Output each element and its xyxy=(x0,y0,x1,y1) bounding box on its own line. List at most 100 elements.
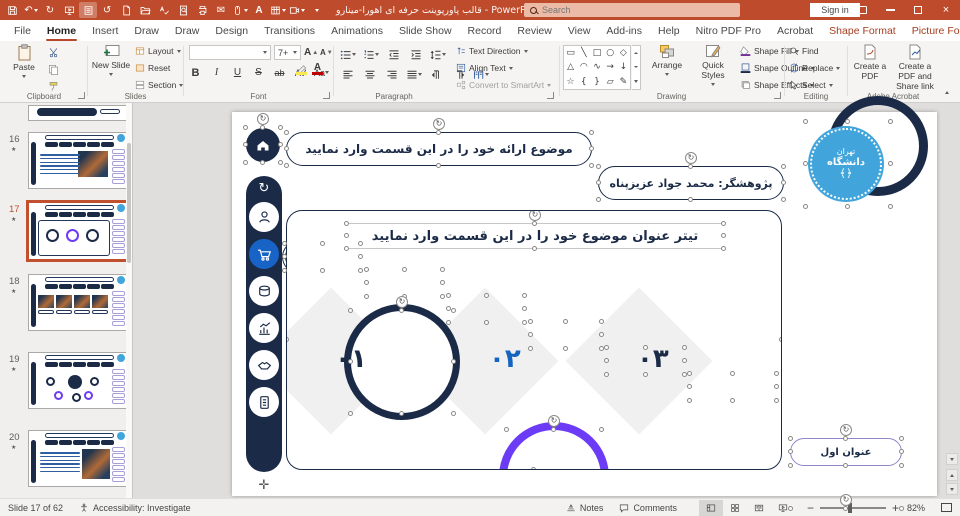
shopping-cart-icon[interactable] xyxy=(249,239,279,269)
pointer-options-button[interactable] xyxy=(231,2,249,18)
selection-handle[interactable] xyxy=(440,294,445,299)
researcher-pill[interactable]: ↻ پژوهشگر: محمد جواد عزیزپناه xyxy=(596,152,786,202)
selection-handle[interactable] xyxy=(774,384,779,389)
selection-handle[interactable] xyxy=(687,371,692,376)
selection-handle[interactable] xyxy=(774,371,779,376)
collapse-ribbon-button[interactable] xyxy=(940,86,954,98)
find-button[interactable]: Find xyxy=(789,46,819,56)
rotation-handle-icon[interactable]: ↻ xyxy=(840,494,852,506)
people-icon[interactable] xyxy=(249,202,279,232)
selection-handle[interactable] xyxy=(364,267,369,272)
undo-button[interactable]: ↶ xyxy=(22,2,40,18)
selection-handle[interactable] xyxy=(401,267,407,272)
selection-handle[interactable] xyxy=(604,358,609,363)
selection-handle[interactable] xyxy=(399,308,404,313)
selection-handle[interactable] xyxy=(260,160,265,165)
next-slide-button[interactable] xyxy=(946,483,958,495)
selection-handle[interactable] xyxy=(642,345,648,350)
grow-font-button[interactable]: A ▲ xyxy=(304,47,318,58)
ltr-direction-button[interactable] xyxy=(429,67,444,82)
selection-handle[interactable] xyxy=(899,463,904,468)
selection-handle[interactable] xyxy=(344,246,349,251)
slide-canvas[interactable]: ↻ ↻ موضوع ارائه خود را در این قسمت وارد … xyxy=(232,96,937,516)
justify-button[interactable] xyxy=(406,67,422,82)
shape-triangle-icon[interactable]: △ xyxy=(567,62,574,72)
selection-handle[interactable] xyxy=(282,268,287,273)
minimize-button[interactable] xyxy=(876,0,904,20)
tab-insert[interactable]: Insert xyxy=(84,20,126,41)
shape-square-icon[interactable]: □ xyxy=(593,48,602,58)
numbering-button[interactable] xyxy=(363,47,379,62)
shrink-font-button[interactable]: A ▼ xyxy=(320,48,333,57)
selection-handle[interactable] xyxy=(364,294,369,299)
format-painter-button[interactable] xyxy=(48,81,59,92)
circle-02[interactable]: ↻ xyxy=(499,415,609,469)
new-file-button[interactable] xyxy=(117,2,135,18)
selection-handle[interactable] xyxy=(682,358,687,363)
comments-button[interactable]: Comments xyxy=(611,499,685,516)
selection-handle[interactable] xyxy=(781,180,786,185)
fit-slide-button[interactable] xyxy=(933,499,960,516)
slide-title-placeholder[interactable]: ↻ تیتر عنوان موضوع خود را در این قسمت وا… xyxy=(344,211,726,251)
shape-scribble-icon[interactable]: ✎ xyxy=(620,77,628,87)
tab-acrobat[interactable]: Acrobat xyxy=(769,20,821,41)
italic-button[interactable]: I xyxy=(209,65,224,80)
selection-handle[interactable] xyxy=(788,436,793,441)
selection-handle[interactable] xyxy=(287,211,289,213)
rotation-handle-icon[interactable]: ↻ xyxy=(548,415,560,427)
selection-handle[interactable] xyxy=(483,320,489,325)
selection-handle[interactable] xyxy=(278,142,283,147)
rotation-handle-icon[interactable]: ↻ xyxy=(396,296,408,308)
selection-handle[interactable] xyxy=(551,427,556,432)
selection-handle[interactable] xyxy=(528,319,533,324)
selection-handle[interactable] xyxy=(721,221,726,226)
slide-indicator[interactable]: Slide 17 of 62 xyxy=(0,499,71,516)
selection-handle[interactable] xyxy=(589,163,594,168)
scrollbar-thumb[interactable] xyxy=(946,453,958,465)
kerning-button[interactable]: ab xyxy=(272,65,287,80)
shape-brace-right-icon[interactable]: } xyxy=(594,77,600,87)
selection-handle[interactable] xyxy=(358,254,363,259)
rotation-handle-icon[interactable]: ↻ xyxy=(529,211,541,221)
shape-star-icon[interactable]: ☆ xyxy=(567,77,575,87)
selection-handle[interactable] xyxy=(682,345,687,350)
selection-handle[interactable] xyxy=(788,463,793,468)
selection-handle[interactable] xyxy=(563,346,568,351)
section-button[interactable]: Section xyxy=(135,80,184,90)
selection-handle[interactable] xyxy=(446,320,451,325)
previous-slide-button[interactable] xyxy=(946,469,958,481)
selection-handle[interactable] xyxy=(589,146,594,151)
selection-handle[interactable] xyxy=(436,163,441,168)
qat-overflow-button[interactable] xyxy=(307,2,325,18)
shape-curve-icon[interactable]: ∿ xyxy=(593,62,601,72)
replace-button[interactable]: Replace xyxy=(789,63,841,73)
notes-button[interactable]: Notes xyxy=(558,499,612,516)
maximize-button[interactable] xyxy=(904,0,932,20)
shape-parallelogram-icon[interactable]: ▱ xyxy=(607,77,614,87)
selection-handle[interactable] xyxy=(788,449,793,454)
strikethrough-button[interactable]: S xyxy=(251,65,266,80)
arrange-button[interactable]: Arrange xyxy=(645,44,689,76)
selection-handle[interactable] xyxy=(284,146,289,151)
convert-smartart-button[interactable]: Convert to SmartArt xyxy=(456,80,552,90)
growth-chart-icon[interactable] xyxy=(249,313,279,343)
selection-handle[interactable] xyxy=(596,164,601,169)
selection-handle[interactable] xyxy=(688,164,693,169)
selection-handle[interactable] xyxy=(730,371,735,376)
print-button[interactable] xyxy=(193,2,211,18)
font-name-combo[interactable] xyxy=(189,45,271,60)
selection-handle[interactable] xyxy=(436,130,441,135)
selection-handle[interactable] xyxy=(319,241,325,246)
layout-button[interactable]: Layout xyxy=(135,46,181,56)
start-slideshow-button[interactable] xyxy=(60,2,78,18)
selection-handle[interactable] xyxy=(899,506,904,511)
reset-button[interactable]: Reset xyxy=(135,63,170,73)
selection-handle[interactable] xyxy=(604,345,609,350)
selection-handle[interactable] xyxy=(440,280,445,285)
selection-handle[interactable] xyxy=(774,398,779,403)
selection-handle[interactable] xyxy=(243,142,248,147)
thumbnail-slide-15-partial[interactable] xyxy=(28,105,127,121)
side-title-1[interactable]: ↻ عنوان اول xyxy=(788,424,904,468)
tab-slide-show[interactable]: Slide Show xyxy=(391,20,460,41)
copy-button[interactable] xyxy=(48,64,59,75)
